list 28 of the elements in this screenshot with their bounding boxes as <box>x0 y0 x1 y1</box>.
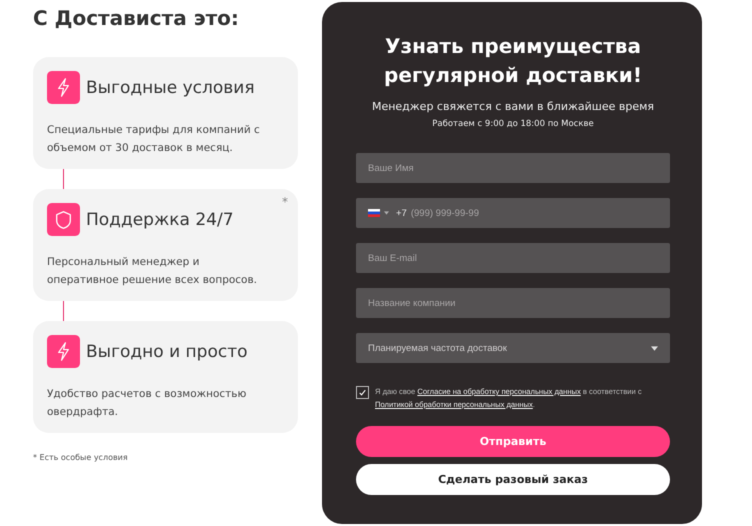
frequency-dropdown[interactable]: Планируемая частота доставок <box>356 333 670 363</box>
check-icon <box>357 387 368 398</box>
phone-input[interactable]: (999) 999-99-99 <box>410 208 658 218</box>
caret-icon <box>651 346 658 350</box>
asterisk-mark: * <box>282 195 288 209</box>
working-hours: Работаем с 9:00 до 18:00 по Москве <box>431 119 595 129</box>
footnote: * Есть особые условия <box>33 453 129 462</box>
card-text: Специальные тарифы для компаний с объемом от 30 доставок в месяц. <box>47 123 261 156</box>
form-title: Узнать преимущества регулярной доставки! <box>383 33 643 89</box>
phone-field[interactable]: +7 (999) 999-99-99 <box>356 198 670 228</box>
lightning-icon <box>47 71 80 104</box>
input-field[interactable]: Ваше Имя <box>356 153 670 183</box>
shield-icon <box>47 203 80 236</box>
lightning-icon <box>47 335 80 368</box>
input-field[interactable]: Ваш E-mail <box>356 243 670 273</box>
section-heading: С Достависта это: <box>33 5 240 32</box>
card-title: Выгодно и просто <box>86 342 248 362</box>
card-title: Поддержка 24/7 <box>86 210 234 230</box>
flag-icon <box>368 209 380 217</box>
input-field[interactable]: Название компании <box>356 288 670 318</box>
consent-checkbox[interactable] <box>356 386 369 399</box>
form-subtitle: Менеджер свяжется с вами в ближайшее время <box>370 100 656 113</box>
card-text: Персональный менеджер и оперативное решение всех вопросов. <box>47 255 258 288</box>
card-title: Выгодные условия <box>86 78 255 98</box>
phone-prefix: +7 <box>396 208 407 218</box>
one-time-order-button[interactable]: Сделать разовый заказ <box>356 464 670 495</box>
caret-icon <box>384 211 389 215</box>
card-text: Удобство расчетов с возможностью овердрафта. <box>47 387 248 420</box>
